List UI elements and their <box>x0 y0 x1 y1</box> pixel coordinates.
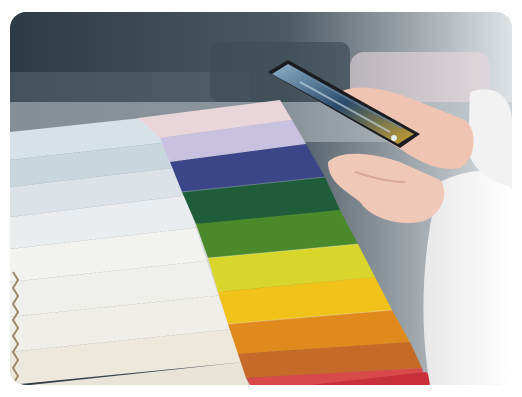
product-photo <box>10 12 512 385</box>
